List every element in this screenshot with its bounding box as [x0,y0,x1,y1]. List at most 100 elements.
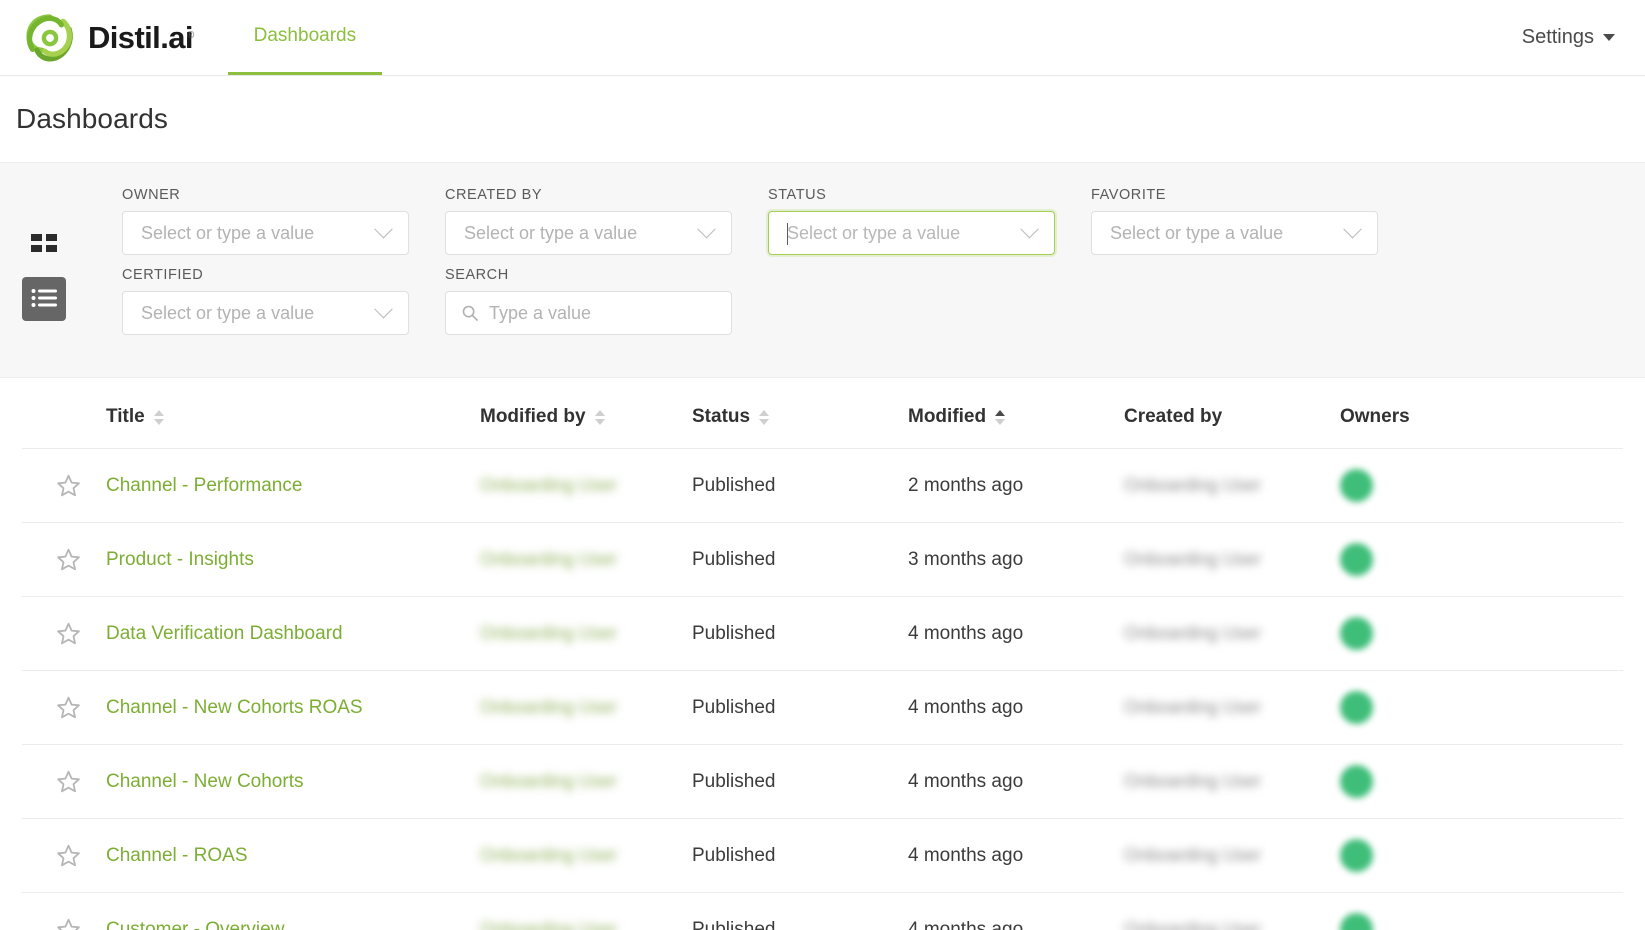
favorite-star-icon[interactable] [22,917,106,930]
owner-avatar[interactable] [1340,543,1373,576]
table-body: Channel - Performance Onboarding User Publ… [22,448,1623,930]
owner-avatar[interactable] [1340,469,1373,502]
dashboard-title-link[interactable]: Customer - Overview [106,919,284,930]
table-row: Customer - Overview Onboarding User Publis… [22,892,1623,930]
favorite-star-icon[interactable] [22,473,106,498]
primary-nav: Dashboards [227,0,383,75]
dashboard-title-link[interactable]: Product - Insights [106,549,254,570]
filter-certified-label: CERTIFIED [122,267,204,283]
modified-by-value: Onboarding User [480,770,618,791]
owner-avatar[interactable] [1340,913,1373,930]
cell-owners [1340,892,1623,930]
cell-modified-by: Onboarding User [480,744,692,819]
th-modified[interactable]: Modified [908,378,1124,449]
filter-favorite: FAVORITE Select or type a value [1091,187,1378,255]
cell-created-by: Onboarding User [1124,670,1340,745]
th-title[interactable]: Title [106,378,480,449]
created-by-value: Onboarding User [1124,474,1262,495]
cell-modified: 4 months ago [908,670,1124,745]
cell-favorite [22,596,106,671]
certified-select[interactable]: Select or type a value [122,291,409,335]
view-mode-toggles [0,187,122,321]
navbar-right: Settings [1522,0,1645,75]
list-view-button[interactable] [22,277,66,321]
search-input-placeholder: Type a value [489,302,592,323]
dashboard-title-link[interactable]: Channel - New Cohorts ROAS [106,697,363,718]
list-icon [31,288,57,311]
filter-status: STATUS Select or type a value [768,187,1055,255]
th-status[interactable]: Status [692,378,908,449]
cell-modified-by: Onboarding User [480,522,692,597]
cell-status: Published [692,448,908,523]
favorite-star-icon[interactable] [22,769,106,794]
owner-avatar[interactable] [1340,765,1373,798]
page-title: Dashboards [16,103,168,134]
sort-icon[interactable] [153,409,164,425]
brand-logo-group[interactable]: Distil.ai ® [0,0,202,75]
th-title-label: Title [106,406,145,427]
favorite-star-icon[interactable] [22,695,106,720]
cell-created-by: Onboarding User [1124,744,1340,819]
cell-created-by: Onboarding User [1124,818,1340,893]
cell-owners [1340,596,1623,671]
dashboard-title-link[interactable]: Channel - Performance [106,475,302,496]
cell-favorite [22,818,106,893]
cell-modified: 4 months ago [908,596,1124,671]
top-navbar: Distil.ai ® Dashboards Settings [0,0,1645,76]
created-by-value: Onboarding User [1124,770,1262,791]
filter-search: SEARCH Type a value [445,267,732,335]
table-head: Title Modified by Status Modified Create… [22,378,1623,449]
chevron-down-icon [1343,219,1362,238]
sort-icon-active[interactable] [995,409,1006,425]
created-by-select[interactable]: Select or type a value [445,211,732,255]
filters-grid: OWNER Select or type a value CREATED BY … [122,187,1645,335]
owner-avatar[interactable] [1340,617,1373,650]
text-cursor [787,223,788,245]
created-by-value: Onboarding User [1124,918,1262,930]
favorite-star-icon[interactable] [22,621,106,646]
favorite-select[interactable]: Select or type a value [1091,211,1378,255]
card-view-button[interactable] [22,223,66,267]
cell-modified: 4 months ago [908,744,1124,819]
favorite-select-placeholder: Select or type a value [1110,222,1284,243]
owner-avatar[interactable] [1340,839,1373,872]
cell-status: Published [692,670,908,745]
th-modified-by-label: Modified by [480,406,586,427]
cell-modified: 4 months ago [908,892,1124,930]
certified-select-placeholder: Select or type a value [141,302,315,323]
filter-certified: CERTIFIED Select or type a value [122,267,409,335]
cell-status: Published [692,892,908,930]
chevron-down-icon [374,299,393,318]
th-modified-label: Modified [908,406,987,427]
owner-select[interactable]: Select or type a value [122,211,409,255]
table-row: Channel - New Cohorts Onboarding User Publ… [22,744,1623,819]
modified-value: 3 months ago [908,548,1024,570]
cell-owners [1340,522,1623,597]
favorite-star-icon[interactable] [22,547,106,572]
dashboard-title-link[interactable]: Data Verification Dashboard [106,623,343,644]
distil-spiral-logo-icon [22,10,78,66]
cell-created-by: Onboarding User [1124,522,1340,597]
created-by-select-placeholder: Select or type a value [464,222,638,243]
cell-modified: 4 months ago [908,818,1124,893]
status-value: Published [692,770,776,792]
dashboard-title-link[interactable]: Channel - ROAS [106,845,248,866]
modified-by-value: Onboarding User [480,474,618,495]
cell-favorite [22,744,106,819]
modified-by-value: Onboarding User [480,844,618,865]
modified-value: 2 months ago [908,474,1024,496]
search-field[interactable]: Type a value [445,291,732,335]
favorite-star-icon[interactable] [22,843,106,868]
nav-link-dashboards[interactable]: Dashboards [227,0,383,75]
brand-name: Distil.ai ® [88,19,194,55]
status-value: Published [692,696,776,718]
sort-icon[interactable] [594,409,605,425]
cell-favorite [22,892,106,930]
owner-avatar[interactable] [1340,691,1373,724]
dashboard-title-link[interactable]: Channel - New Cohorts [106,771,303,792]
th-modified-by[interactable]: Modified by [480,378,692,449]
settings-menu[interactable]: Settings [1522,26,1615,49]
sort-icon[interactable] [759,409,770,425]
th-created-by: Created by [1124,378,1340,449]
status-select[interactable]: Select or type a value [768,211,1055,255]
